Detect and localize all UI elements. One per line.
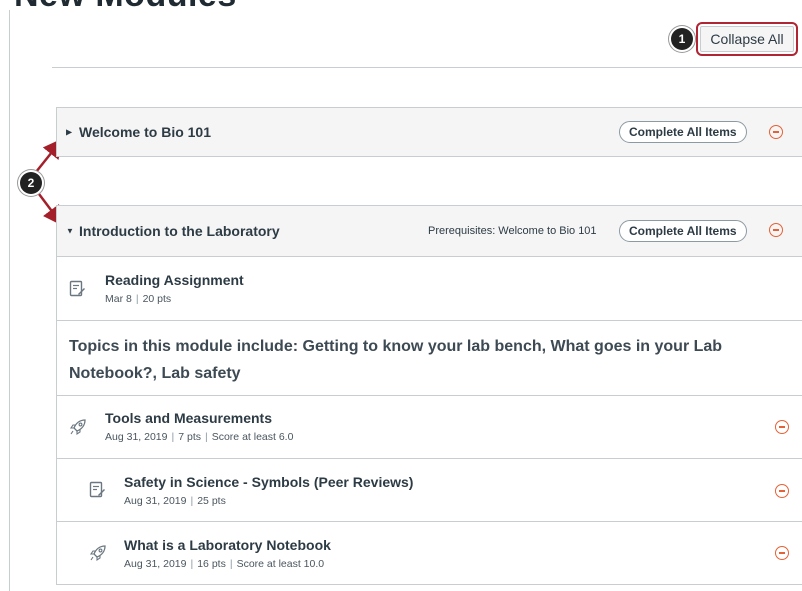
item-meta: Mar 8 | 20 pts (105, 293, 172, 305)
quiz-rocket-icon (69, 419, 86, 436)
content-left-border (9, 10, 10, 591)
module-item-tools-measurements[interactable]: Tools and Measurements Aug 31, 2019 | 7 pt… (56, 396, 802, 459)
remove-icon[interactable] (769, 223, 783, 237)
callout-badge-1: 1 (671, 28, 693, 50)
module-item-safety-in-science[interactable]: Safety in Science - Symbols (Peer Review… (56, 459, 802, 522)
subheader-text: Topics in this module include: Getting t… (69, 338, 723, 382)
assignment-icon (69, 280, 85, 297)
item-title-link[interactable]: What is a Laboratory Notebook (124, 537, 331, 553)
complete-all-items-button[interactable]: Complete All Items (619, 121, 747, 143)
toolbar-divider (52, 67, 802, 68)
caret-down-icon[interactable]: ▼ (66, 227, 74, 236)
module-header-intro-lab[interactable]: ▼ Introduction to the Laboratory Prerequ… (56, 205, 802, 257)
module-title[interactable]: Introduction to the Laboratory (79, 223, 280, 239)
item-meta: Aug 31, 2019 | 25 pts (124, 495, 226, 507)
page-title: New Modules (14, 0, 237, 15)
remove-icon[interactable] (769, 125, 783, 139)
item-title-link[interactable]: Reading Assignment (105, 272, 244, 288)
module-item-laboratory-notebook[interactable]: What is a Laboratory Notebook Aug 31, 20… (56, 522, 802, 585)
module-header-welcome[interactable]: ▶ Welcome to Bio 101 Complete All Items (56, 107, 802, 157)
remove-icon[interactable] (775, 420, 789, 434)
remove-icon[interactable] (775, 546, 789, 560)
assignment-icon (89, 481, 105, 498)
remove-icon[interactable] (775, 484, 789, 498)
callout-badge-2: 2 (20, 172, 42, 194)
prerequisites-label: Prerequisites: Welcome to Bio 101 (428, 225, 597, 237)
caret-right-icon[interactable]: ▶ (66, 128, 72, 137)
item-meta: Aug 31, 2019 | 7 pts | Score at least 6.0 (105, 431, 294, 443)
module-item-reading-assignment[interactable]: Reading Assignment Mar 8 | 20 pts (56, 257, 802, 321)
quiz-rocket-icon (89, 545, 106, 562)
complete-all-items-button[interactable]: Complete All Items (619, 220, 747, 242)
item-title-link[interactable]: Tools and Measurements (105, 410, 272, 426)
collapse-all-button[interactable]: Collapse All (696, 22, 798, 56)
item-title-link[interactable]: Safety in Science - Symbols (Peer Review… (124, 474, 413, 490)
module-title[interactable]: Welcome to Bio 101 (79, 124, 211, 140)
item-meta: Aug 31, 2019 | 16 pts | Score at least 10.0 (124, 558, 325, 570)
module-item-subheader: Topics in this module include: Getting t… (56, 321, 802, 396)
